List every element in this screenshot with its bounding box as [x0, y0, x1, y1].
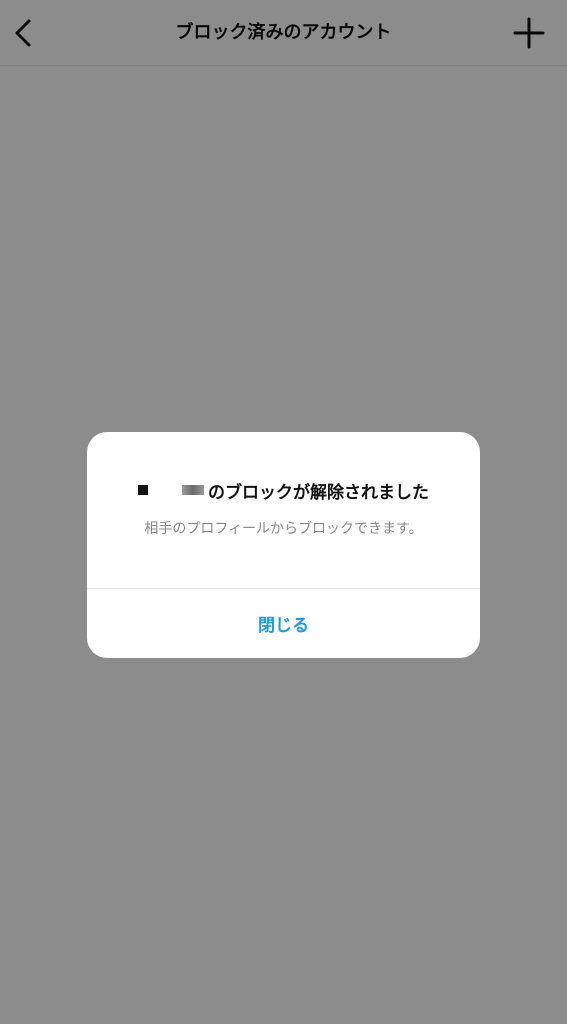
close-button[interactable]: 閉じる: [87, 589, 480, 658]
dialog-title-text: のブロックが解除されました: [208, 482, 429, 503]
unblock-dialog: のブロックが解除されました 相手のプロフィールからブロックできます。 閉じる: [87, 432, 480, 658]
redaction-block: [182, 485, 204, 495]
dialog-message: 相手のプロフィールからブロックできます。: [144, 521, 423, 537]
dialog-title: のブロックが解除されました: [87, 476, 480, 504]
redaction-block: [138, 485, 148, 495]
blurred-username: [138, 485, 204, 495]
